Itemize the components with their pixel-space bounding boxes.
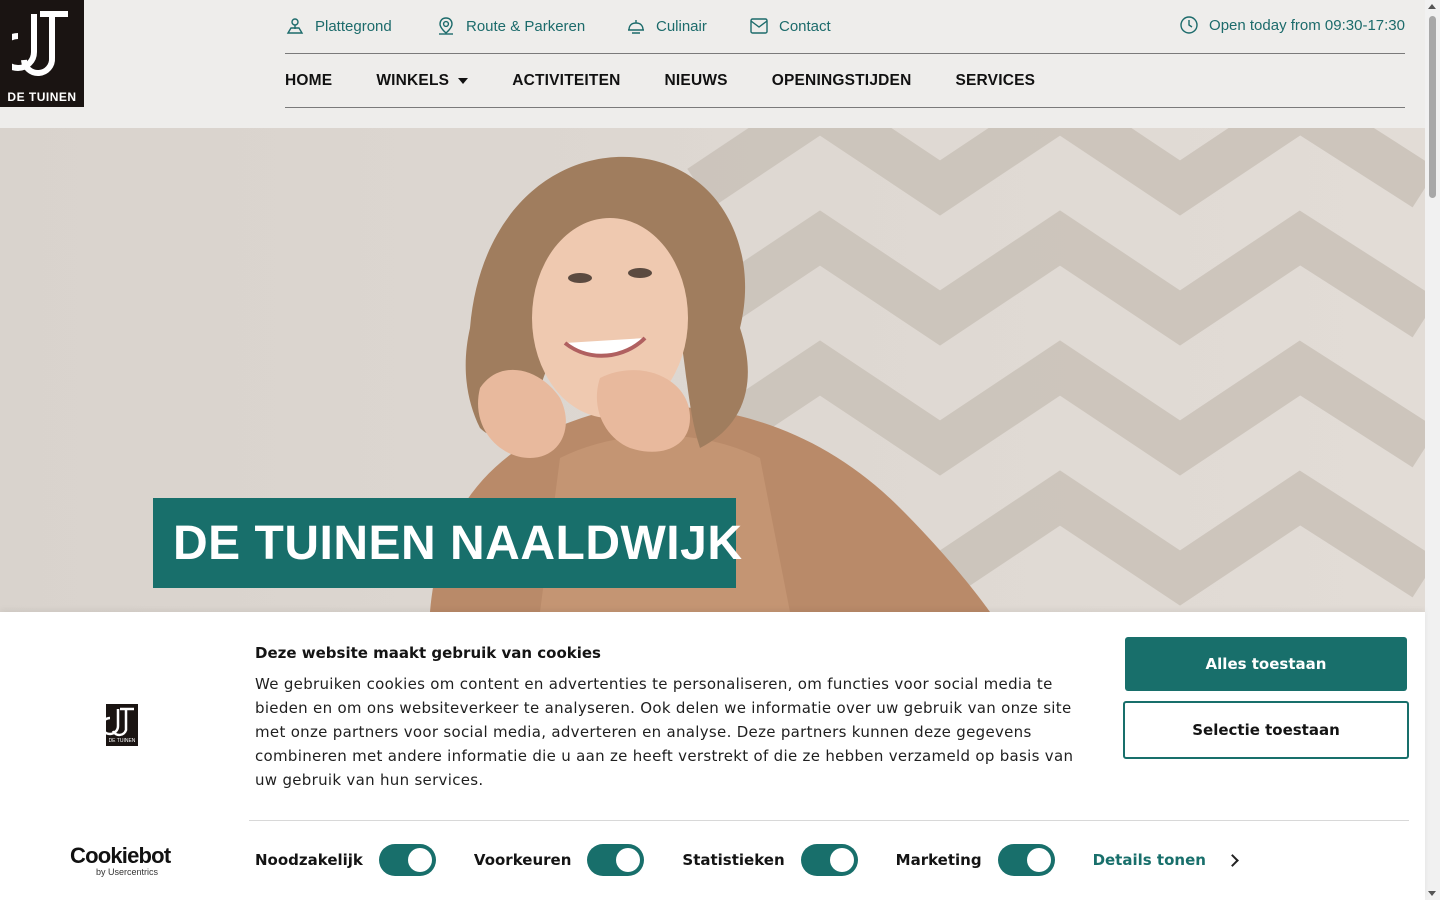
- nav-item-activiteiten[interactable]: ACTIVITEITEN: [512, 72, 620, 90]
- toggle-label-marketing: Marketing: [895, 851, 982, 869]
- logo-text: DE TUINEN: [0, 88, 84, 107]
- nav-item-winkels[interactable]: WINKELS: [376, 72, 469, 90]
- topbar-link-culinair[interactable]: Culinair: [626, 15, 707, 37]
- allow-all-button[interactable]: Alles toestaan: [1125, 637, 1407, 691]
- chevron-right-icon: [1226, 853, 1239, 867]
- caret-down-icon: [458, 78, 469, 84]
- toggle-knob: [829, 848, 854, 872]
- allow-selection-button[interactable]: Selectie toestaan: [1123, 701, 1409, 759]
- main-navigation: HOME WINKELS ACTIVITEITEN NIEUWS OPENING…: [285, 55, 1405, 108]
- nav-item-openingstijden[interactable]: OPENINGSTIJDEN: [772, 72, 912, 90]
- topbar-link-plattegrond[interactable]: Plattegrond: [285, 15, 392, 37]
- topbar-link-label: Route & Parkeren: [466, 17, 586, 35]
- divider: [249, 820, 1409, 821]
- cookie-category-toggles: Noodzakelijk Voorkeuren Statistieken Mar…: [255, 842, 1239, 878]
- cookiebot-wordmark: Cookiebot: [70, 843, 171, 868]
- cookiebot-brand[interactable]: Cookiebot by Usercentrics: [70, 843, 171, 878]
- cookie-consent-banner: DE TUINEN Cookiebot by Usercentrics Deze…: [0, 612, 1425, 900]
- utility-bar: Plattegrond Route & Parkeren Culinair Co…: [285, 0, 1405, 54]
- site-header: DE TUINEN Plattegrond Route & Parkeren C…: [0, 0, 1425, 128]
- hero-title-box: DE TUINEN NAALDWIJK: [153, 498, 742, 588]
- cookie-banner-title: Deze website maakt gebruik van cookies: [255, 644, 601, 662]
- opening-hours-today: Open today from 09:30-17:30: [1179, 15, 1405, 35]
- topbar-link-contact[interactable]: Contact: [749, 15, 831, 37]
- toggle-knob: [1026, 848, 1051, 872]
- nav-item-home[interactable]: HOME: [285, 72, 332, 90]
- cookie-logo-text: DE TUINEN: [108, 738, 136, 744]
- topbar-link-route[interactable]: Route & Parkeren: [436, 15, 585, 37]
- logo-mark-icon: [12, 11, 68, 77]
- food-icon: [628, 20, 644, 34]
- toggle-necessary[interactable]: [378, 844, 436, 876]
- toggle-label-preferences: Voorkeuren: [473, 851, 572, 869]
- topbar-link-label: Contact: [779, 17, 831, 35]
- topbar-link-label: Culinair: [656, 17, 707, 35]
- hero-title: DE TUINEN NAALDWIJK: [173, 517, 743, 570]
- cookiebot-subtitle: by Usercentrics: [96, 867, 159, 877]
- map-icon: [286, 18, 304, 34]
- mail-icon: [750, 18, 768, 34]
- scroll-down-arrow-icon[interactable]: [1428, 891, 1436, 896]
- page-scrollbar[interactable]: [1425, 0, 1440, 900]
- nav-item-services[interactable]: SERVICES: [955, 72, 1035, 90]
- toggle-label-statistics: Statistieken: [682, 851, 785, 869]
- site-logo[interactable]: DE TUINEN: [0, 0, 84, 107]
- show-details-label: Details tonen: [1092, 851, 1206, 869]
- toggle-preferences[interactable]: [587, 844, 645, 876]
- location-pin-icon: [439, 17, 453, 35]
- scrollbar-thumb[interactable]: [1429, 16, 1436, 198]
- toggle-knob: [407, 848, 432, 872]
- hero-banner: DE TUINEN NAALDWIJK: [0, 128, 1425, 612]
- nav-item-label: WINKELS: [376, 72, 450, 89]
- toggle-label-necessary: Noodzakelijk: [255, 851, 363, 869]
- nav-item-nieuws[interactable]: NIEUWS: [665, 72, 728, 90]
- toggle-knob: [616, 848, 641, 872]
- clock-icon: [1180, 16, 1198, 34]
- toggle-statistics[interactable]: [800, 844, 858, 876]
- topbar-link-label: Plattegrond: [315, 17, 392, 35]
- show-details-link[interactable]: Details tonen: [1092, 851, 1239, 869]
- cookie-banner-site-logo: DE TUINEN: [106, 704, 138, 746]
- toggle-marketing[interactable]: [997, 844, 1055, 876]
- opening-hours-text: Open today from 09:30-17:30: [1209, 16, 1405, 34]
- cookie-banner-description: We gebruiken cookies om content en adver…: [255, 675, 1074, 789]
- scroll-up-arrow-icon[interactable]: [1428, 4, 1436, 9]
